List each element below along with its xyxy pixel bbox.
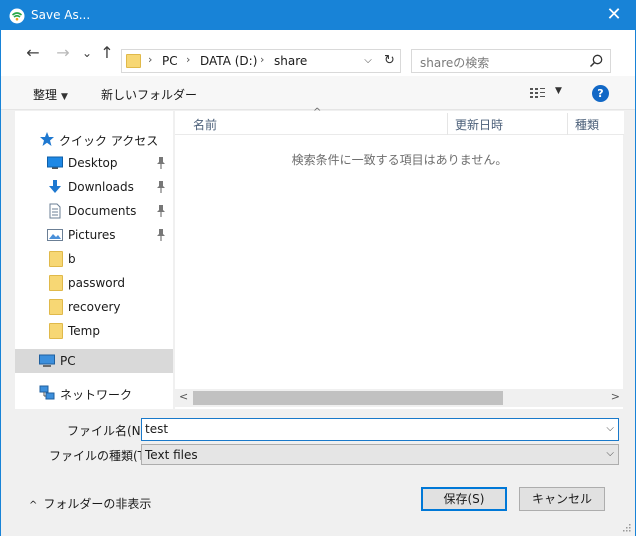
document-icon (49, 203, 61, 219)
download-arrow-icon (49, 180, 61, 193)
organize-label: 整理 (33, 88, 58, 102)
breadcrumb-share[interactable]: share (274, 54, 307, 68)
scroll-left-icon[interactable]: < (179, 390, 188, 403)
save-button[interactable]: 保存(S) (421, 487, 507, 511)
back-button[interactable]: ← (23, 44, 43, 64)
toolbar: 整理 ▼ 新しいフォルダー ▼ ? (1, 76, 635, 110)
pin-icon[interactable] (155, 156, 167, 170)
empty-message: 検索条件に一致する項目はありません。 (291, 153, 508, 167)
sidebar-item-label: password (68, 276, 125, 290)
filetype-value: Text files (145, 448, 198, 462)
pin-icon[interactable] (155, 180, 167, 194)
caret-down-icon[interactable]: ▼ (555, 86, 562, 96)
folder-icon (49, 299, 63, 315)
up-button[interactable]: ↑ (97, 44, 117, 64)
address-bar[interactable]: › PC › DATA (D:) › share ⌵ (121, 49, 399, 73)
filename-value: test (145, 422, 169, 436)
folder-icon (49, 275, 63, 291)
sidebar-item-quick-access[interactable]: クイック アクセス (15, 127, 173, 151)
wifi-app-icon (9, 8, 25, 24)
scroll-right-icon[interactable]: > (611, 390, 620, 403)
save-as-dialog: Save As... ✕ ← → ⌄ ↑ › PC › DATA (D:) › … (0, 0, 636, 536)
column-divider[interactable] (567, 113, 568, 135)
cancel-button[interactable]: キャンセル (519, 487, 605, 511)
sidebar-item-label: PC (60, 354, 76, 368)
sidebar-item-label: ネットワーク (60, 388, 133, 402)
sidebar-item-downloads[interactable]: Downloads (15, 175, 173, 199)
star-icon (40, 132, 54, 146)
desktop-icon (47, 156, 63, 169)
column-header-row: ^ 名前 更新日時 種類 (175, 107, 624, 135)
column-type[interactable]: 種類 (575, 116, 599, 133)
sidebar-item-password[interactable]: password (15, 271, 173, 295)
folder-icon (126, 54, 141, 68)
chevron-down-icon[interactable]: ⌵ (360, 53, 376, 69)
search-placeholder: shareの検索 (420, 56, 490, 70)
hide-folders-button[interactable]: ^ フォルダーの非表示 (29, 495, 151, 512)
sidebar-item-label: recovery (68, 300, 121, 314)
search-input[interactable]: shareの検索 (411, 49, 611, 73)
folder-icon (49, 323, 63, 339)
help-icon[interactable]: ? (592, 85, 609, 102)
title-bar[interactable]: Save As... ✕ (1, 1, 635, 30)
sidebar-item-network[interactable]: ネットワーク (15, 381, 173, 405)
organize-button[interactable]: 整理 ▼ (33, 86, 68, 103)
view-options-icon[interactable] (529, 85, 547, 101)
filetype-select[interactable]: Text files ⌵ (141, 444, 619, 465)
horizontal-scrollbar[interactable]: < > (175, 389, 624, 407)
sidebar-item-label: Desktop (68, 156, 118, 170)
sidebar-item-label: Temp (68, 324, 100, 338)
breadcrumb-data-drive[interactable]: DATA (D:) (200, 54, 257, 68)
search-icon[interactable] (588, 53, 604, 69)
address-row: ← → ⌄ ↑ › PC › DATA (D:) › share ⌵ ↻ sha… (1, 30, 635, 76)
sidebar-item-temp[interactable]: Temp (15, 319, 173, 343)
sidebar-item-desktop[interactable]: Desktop (15, 151, 173, 175)
chevron-up-icon: ^ (29, 500, 38, 511)
pictures-icon (47, 229, 63, 241)
folder-icon (49, 251, 63, 267)
caret-down-icon: ▼ (61, 92, 68, 102)
network-icon (39, 385, 55, 400)
sidebar-item-recovery[interactable]: recovery (15, 295, 173, 319)
breadcrumb-separator: › (186, 53, 191, 66)
sidebar-item-documents[interactable]: Documents (15, 199, 173, 223)
sidebar-item-label: b (68, 252, 76, 266)
save-form: ファイル名(N): test ⌵ ファイルの種類(T): Text files … (1, 409, 635, 536)
sidebar-item-b[interactable]: b (15, 247, 173, 271)
sidebar-item-label: Pictures (68, 228, 116, 242)
sort-ascending-icon: ^ (313, 107, 322, 118)
sidebar-item-pictures[interactable]: Pictures (15, 223, 173, 247)
breadcrumb-separator: › (148, 53, 153, 66)
chevron-down-icon[interactable]: ⌵ (606, 423, 614, 434)
scrollbar-thumb[interactable] (193, 391, 503, 405)
hide-folders-label: フォルダーの非表示 (43, 497, 152, 511)
sidebar-item-label: Documents (68, 204, 137, 218)
resize-grip-icon[interactable] (621, 522, 631, 532)
filename-input[interactable]: test ⌵ (141, 418, 619, 441)
pin-icon[interactable] (155, 228, 167, 242)
chevron-down-icon[interactable]: ⌵ (606, 448, 614, 459)
new-folder-button[interactable]: 新しいフォルダー (101, 86, 197, 103)
breadcrumb-pc[interactable]: PC (162, 54, 178, 68)
pin-icon[interactable] (155, 204, 167, 218)
filename-label: ファイル名(N): (67, 424, 150, 438)
column-divider[interactable] (447, 113, 448, 135)
navigation-pane: クイック アクセス Desktop Downloads Documents Pi… (15, 111, 173, 409)
breadcrumb-separator: › (260, 53, 265, 66)
filetype-label: ファイルの種類(T): (49, 449, 154, 463)
column-name[interactable]: 名前 (193, 116, 217, 133)
column-date-modified[interactable]: 更新日時 (455, 116, 503, 133)
sidebar-item-label: クイック アクセス (59, 134, 159, 148)
close-icon[interactable]: ✕ (603, 5, 625, 25)
file-list[interactable]: ^ 名前 更新日時 種類 検索条件に一致する項目はありません。 < > (174, 107, 624, 409)
sidebar-item-label: Downloads (68, 180, 134, 194)
window-title: Save As... (31, 8, 91, 22)
recent-locations-button[interactable]: ⌄ (77, 44, 97, 64)
refresh-button[interactable]: ↻ (379, 49, 401, 73)
forward-button[interactable]: → (53, 44, 73, 64)
computer-icon (39, 354, 55, 367)
sidebar-item-pc[interactable]: PC (15, 349, 173, 373)
